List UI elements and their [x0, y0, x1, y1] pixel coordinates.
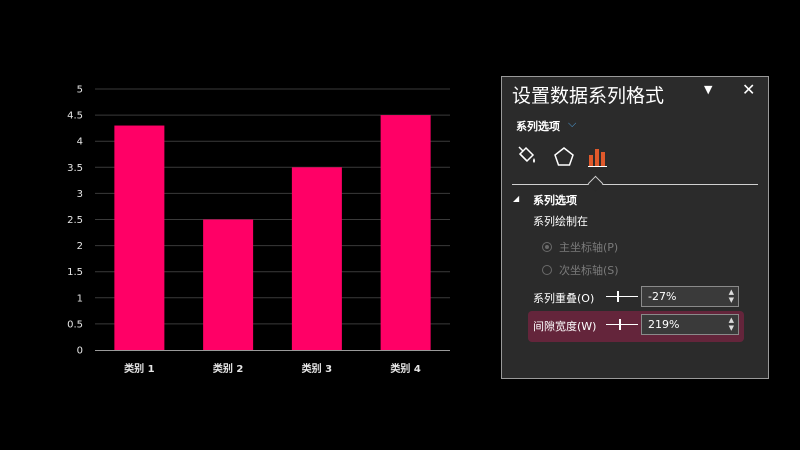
y-tick-label: 4.5: [67, 111, 83, 122]
gap-width-value[interactable]: 219%: [648, 318, 679, 331]
y-axis-ticks: 0 0.5 1 1.5 2 2.5 3 3.5 4 4.5 5: [67, 85, 83, 357]
spin-down-icon[interactable]: ▼: [729, 325, 734, 332]
y-tick-label: 0: [77, 346, 83, 357]
series-options-dropdown[interactable]: 系列选项: [516, 118, 560, 134]
gap-width-label: 间隙宽度(W): [533, 320, 597, 333]
category-label: 类别 3: [302, 362, 332, 375]
bar-chart: 0 0.5 1 1.5 2 2.5 3 3.5 4 4.5 5 类别 1 类别 2 类别 3 类别 4: [67, 85, 450, 375]
category-labels: 类别 1 类别 2 类别 3 类别 4: [124, 362, 421, 375]
bar[interactable]: [203, 219, 254, 351]
tab-underline: [512, 184, 758, 185]
format-data-series-pane: 设置数据系列格式 ▼ ✕ 系列选项 ⌵ ◢ 系列选项 系列绘制在 主坐标轴(P)…: [501, 76, 769, 379]
plot-series-on-label: 系列绘制在: [533, 215, 588, 228]
gap-width-slider-thumb[interactable]: [619, 319, 622, 330]
gap-width-spinner[interactable]: 219% ▲ ▼: [641, 314, 739, 335]
y-tick-label: 3: [77, 189, 83, 200]
spin-down-icon[interactable]: ▼: [729, 297, 734, 304]
series-overlap-slider-thumb[interactable]: [616, 291, 619, 302]
y-tick-label: 1: [77, 293, 83, 304]
caret-down-icon[interactable]: ▼: [704, 83, 712, 96]
series-overlap-slider[interactable]: [606, 291, 638, 303]
secondary-axis-radio[interactable]: [542, 265, 552, 275]
effects-pentagon-icon[interactable]: [552, 145, 576, 169]
bar[interactable]: [114, 125, 165, 350]
bars: [114, 115, 431, 351]
close-icon[interactable]: ✕: [742, 80, 755, 99]
section-title[interactable]: 系列选项: [533, 192, 577, 208]
y-tick-label: 4: [77, 137, 83, 148]
secondary-axis-label: 次坐标轴(S): [559, 264, 619, 277]
series-overlap-value[interactable]: -27%: [648, 290, 676, 303]
series-overlap-spinner[interactable]: -27% ▲ ▼: [641, 286, 739, 307]
y-tick-label: 1.5: [67, 267, 83, 278]
pane-title: 设置数据系列格式: [512, 85, 665, 107]
bar[interactable]: [291, 167, 342, 350]
spin-up-icon[interactable]: ▲: [729, 317, 734, 324]
y-tick-label: 5: [77, 85, 83, 96]
collapse-triangle-icon[interactable]: ◢: [513, 194, 519, 203]
active-tab-indicator: [587, 175, 604, 192]
spin-up-icon[interactable]: ▲: [729, 289, 734, 296]
fill-line-icon[interactable]: [515, 145, 539, 169]
primary-axis-label: 主坐标轴(P): [559, 241, 619, 254]
series-options-bars-icon[interactable]: [586, 145, 610, 169]
y-tick-label: 3.5: [67, 163, 83, 174]
y-tick-label: 0.5: [67, 319, 83, 330]
primary-axis-radio[interactable]: [542, 242, 552, 252]
gap-width-slider[interactable]: [606, 319, 638, 331]
y-tick-label: 2: [77, 241, 83, 252]
category-label: 类别 4: [390, 362, 420, 375]
bar[interactable]: [380, 115, 431, 350]
category-label: 类别 2: [213, 362, 243, 375]
category-label: 类别 1: [124, 362, 154, 375]
series-overlap-label: 系列重叠(O): [533, 292, 595, 305]
chevron-down-icon[interactable]: ⌵: [568, 117, 576, 131]
y-tick-label: 2.5: [67, 215, 83, 226]
